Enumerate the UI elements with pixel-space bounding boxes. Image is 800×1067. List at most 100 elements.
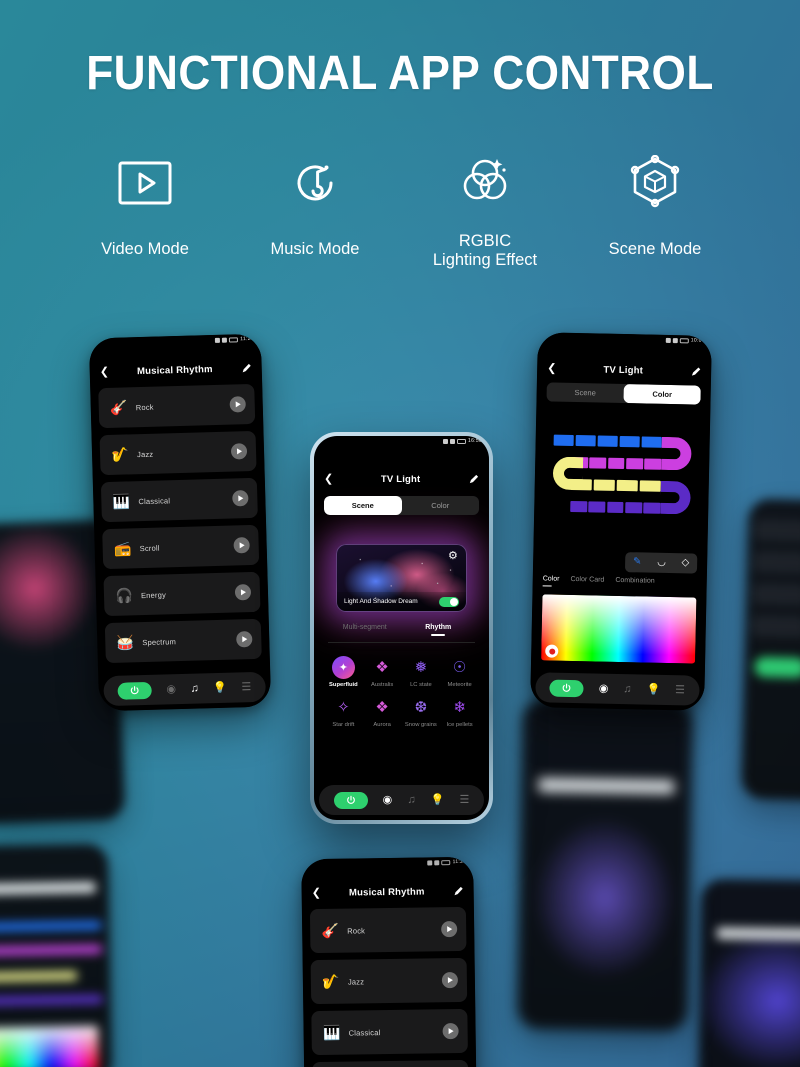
background-phone-right-bottom <box>698 878 800 1067</box>
play-button[interactable] <box>234 584 252 601</box>
play-button[interactable] <box>441 921 458 938</box>
tab-scene[interactable]: Scene <box>324 496 402 515</box>
edit-button[interactable] <box>241 362 252 373</box>
list-item-label: Jazz <box>136 449 154 459</box>
music-note-icon <box>230 152 400 214</box>
effect-aurora[interactable]: ❖ Aurora <box>363 694 402 728</box>
back-button[interactable]: ❮ <box>547 362 556 374</box>
scene-name: Light And Shadow Dream <box>344 598 418 605</box>
battery-icon <box>441 859 451 865</box>
effect-lc-state[interactable]: ❅ LC state <box>402 654 441 688</box>
tab-color[interactable]: Color <box>543 575 560 586</box>
bottom-nav: ◉ ♫ 💡 ☰ <box>103 671 267 707</box>
palette-icon[interactable]: ◉ <box>383 794 393 806</box>
play-button[interactable] <box>442 1023 459 1040</box>
play-button[interactable] <box>441 972 459 989</box>
play-button[interactable] <box>230 443 248 460</box>
lightbulb-icon[interactable]: 💡 <box>431 794 445 806</box>
drawing-toolbar: ✎ ◡ ◇ <box>624 552 698 574</box>
tab-combination[interactable]: Combination <box>615 577 654 589</box>
hamburger-menu-icon[interactable]: ☰ <box>460 794 470 806</box>
status-bar: 16:50 <box>442 438 482 444</box>
effect-australis[interactable]: ❖ Australis <box>363 654 402 688</box>
scene-toggle[interactable] <box>439 596 459 607</box>
list-item[interactable]: 📻 Scroll <box>102 524 260 570</box>
music-note-icon[interactable]: ♫ <box>190 682 199 694</box>
play-button[interactable] <box>229 396 246 413</box>
list-item-label: Energy <box>140 589 167 600</box>
notch <box>136 335 213 351</box>
power-toggle-button[interactable] <box>549 679 585 697</box>
gear-icon[interactable]: ⚙ <box>448 551 459 562</box>
list-item[interactable]: 🎸 Rock <box>309 906 467 954</box>
color-picker-handle[interactable] <box>545 644 559 658</box>
eraser-icon[interactable]: ◇ <box>681 557 689 568</box>
back-button[interactable]: ❮ <box>100 365 110 377</box>
list-item-label: Spectrum <box>142 636 177 647</box>
edit-button[interactable] <box>468 474 479 485</box>
list-item-label: Rock <box>347 925 366 936</box>
lightbulb-icon[interactable]: 💡 <box>213 681 227 693</box>
feature-list: Video Mode Music Mode RGBIC Lighting Eff… <box>0 152 800 270</box>
brush-icon[interactable]: ✎ <box>633 556 642 567</box>
list-item[interactable]: 🎹 Classical <box>100 477 258 523</box>
list-item[interactable] <box>312 1059 469 1067</box>
app-title: Musical Rhythm <box>136 363 213 377</box>
list-item[interactable]: 🎹 Classical <box>311 1008 468 1056</box>
power-toggle-button[interactable] <box>117 681 153 700</box>
play-button[interactable] <box>232 490 249 507</box>
wifi-icon <box>222 337 228 343</box>
hamburger-menu-icon[interactable]: ☰ <box>241 681 251 693</box>
meteorite-icon: ☉ <box>452 659 467 676</box>
scene-card[interactable]: ⚙ Light And Shadow Dream <box>336 544 467 612</box>
subtab-rhythm[interactable]: Rhythm <box>402 624 476 636</box>
power-toggle-button[interactable] <box>333 791 368 809</box>
arc-segment-icon[interactable]: ◡ <box>657 557 666 568</box>
list-item[interactable]: 🥁 Spectrum <box>104 618 262 664</box>
status-time: 16:50 <box>467 438 482 444</box>
list-item[interactable]: 🎸 Rock <box>98 383 256 429</box>
play-button[interactable] <box>236 631 253 648</box>
signal-icon <box>215 337 221 343</box>
music-note-icon[interactable]: ♫ <box>407 794 415 806</box>
color-picker[interactable] <box>541 594 697 664</box>
feature-label: Music Mode <box>270 240 360 258</box>
guitar-icon: 🎸 <box>109 398 128 416</box>
palette-icon[interactable]: ◉ <box>599 682 609 694</box>
list-item[interactable]: 🎷 Jazz <box>99 430 257 476</box>
back-button[interactable]: ❮ <box>312 886 321 898</box>
effect-ice-pellets[interactable]: ❄ Ice pellets <box>440 694 479 728</box>
led-row-magenta[interactable] <box>571 456 662 470</box>
list-item-label: Scroll <box>139 543 160 553</box>
effect-snow-grains[interactable]: ❆ Snow grains <box>402 694 441 728</box>
play-button[interactable] <box>233 537 250 554</box>
palette-icon[interactable]: ◉ <box>166 683 176 695</box>
status-time: 11:26 <box>240 335 254 343</box>
effect-label: Aurora <box>373 722 391 728</box>
music-note-icon[interactable]: ♫ <box>623 683 631 695</box>
effect-star-drift[interactable]: ✧ Star drift <box>324 694 363 728</box>
edit-button[interactable] <box>690 366 701 377</box>
tab-color[interactable]: Color <box>623 384 701 405</box>
led-row-blue[interactable] <box>553 434 662 448</box>
effect-superfluid[interactable]: ✦ Superfluid <box>324 654 363 688</box>
lightbulb-icon[interactable]: 💡 <box>646 683 660 695</box>
list-item[interactable]: 🎧 Energy <box>103 571 261 617</box>
edit-button[interactable] <box>453 885 464 896</box>
tab-color[interactable]: Color <box>402 496 480 515</box>
signal-icon <box>665 337 671 343</box>
hamburger-menu-icon[interactable]: ☰ <box>675 684 685 696</box>
effect-label: Star drift <box>332 722 355 728</box>
led-row-yellow[interactable] <box>570 478 661 492</box>
list-item[interactable]: 🎷 Jazz <box>310 957 468 1005</box>
drum-icon: 🥁 <box>116 633 135 651</box>
led-strip-map[interactable] <box>546 432 698 545</box>
led-row-purple[interactable] <box>570 500 661 514</box>
subtab-multi-segment[interactable]: Multi-segment <box>328 624 402 636</box>
tab-scene[interactable]: Scene <box>546 382 623 403</box>
effect-meteorite[interactable]: ☉ Meteorite <box>440 654 479 688</box>
bottom-nav: ◉ ♫ 💡 ☰ <box>535 672 700 706</box>
status-time: 11:26 <box>452 858 467 866</box>
back-button[interactable]: ❮ <box>324 473 333 485</box>
tab-color-card[interactable]: Color Card <box>570 576 604 588</box>
